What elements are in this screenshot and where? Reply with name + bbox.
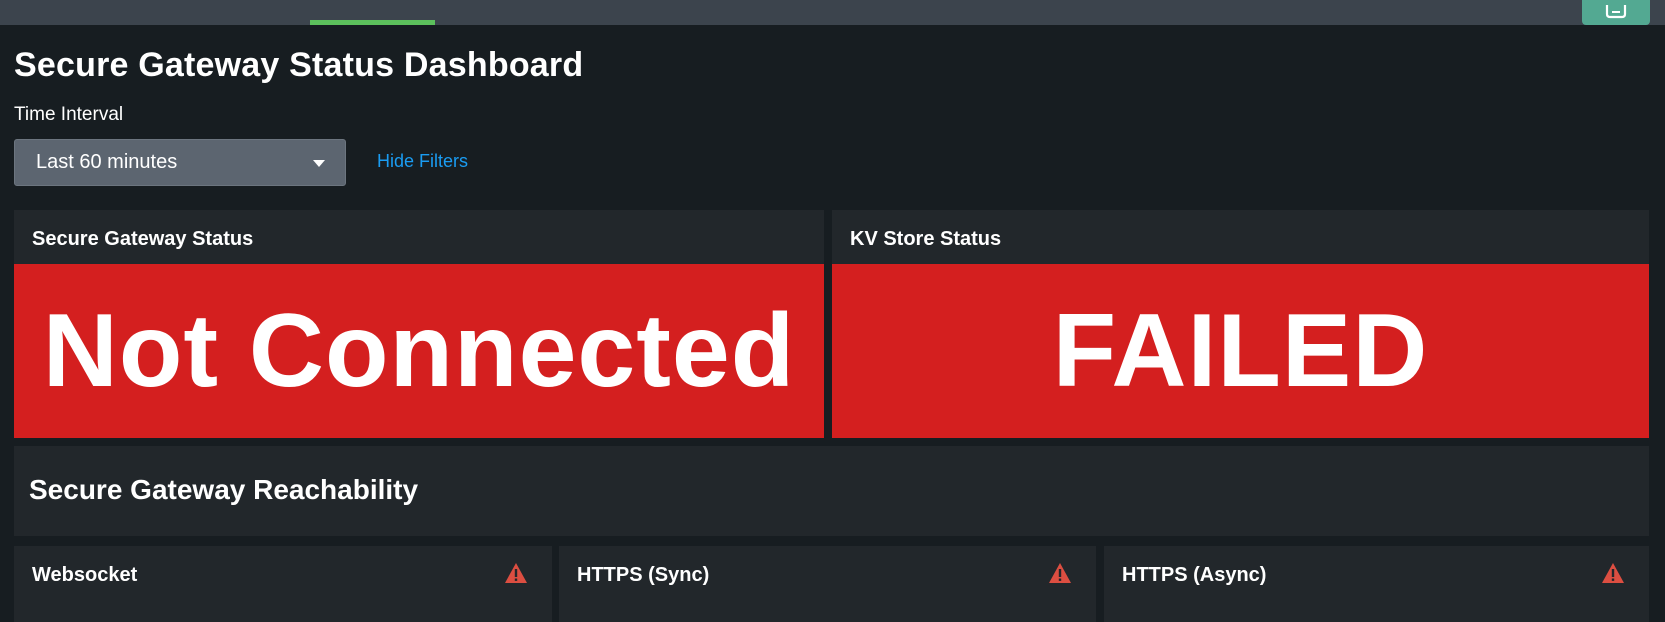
page-title: Secure Gateway Status Dashboard [14, 46, 584, 84]
panel-title: HTTPS (Sync) [577, 564, 710, 586]
secure-gateway-status-panel: Secure Gateway Status Not Connected [14, 210, 824, 438]
section-title: Secure Gateway Reachability [29, 474, 419, 505]
reachability-section: Secure Gateway Reachability [14, 446, 1649, 536]
gateway-status-value: Not Connected [42, 293, 796, 409]
warning-icon[interactable] [504, 562, 528, 584]
active-tab-indicator[interactable] [310, 20, 435, 25]
https-async-panel: HTTPS (Async) [1104, 546, 1649, 622]
panel-title: Secure Gateway Status [32, 228, 254, 250]
https-sync-panel: HTTPS (Sync) [559, 546, 1096, 622]
status-block: Not Connected [14, 264, 824, 438]
panel-title: Websocket [32, 564, 138, 586]
panel-title: HTTPS (Async) [1122, 564, 1267, 586]
caret-down-icon [313, 160, 325, 167]
time-interval-dropdown[interactable]: Last 60 minutes [14, 139, 346, 186]
top-nav-bar [0, 0, 1665, 25]
dashboard-edit-button[interactable] [1582, 0, 1650, 25]
time-interval-label: Time Interval [14, 104, 124, 125]
panel-title: KV Store Status [850, 228, 1002, 250]
warning-icon[interactable] [1048, 562, 1072, 584]
websocket-panel: Websocket [14, 546, 552, 622]
hide-filters-link[interactable]: Hide Filters [377, 151, 468, 172]
kv-store-status-panel: KV Store Status FAILED [832, 210, 1649, 438]
time-interval-value: Last 60 minutes [36, 151, 178, 173]
warning-icon[interactable] [1601, 562, 1625, 584]
kvstore-status-value: FAILED [1052, 293, 1429, 409]
status-block: FAILED [832, 264, 1649, 438]
dashboard-edit-icon [1605, 5, 1627, 19]
